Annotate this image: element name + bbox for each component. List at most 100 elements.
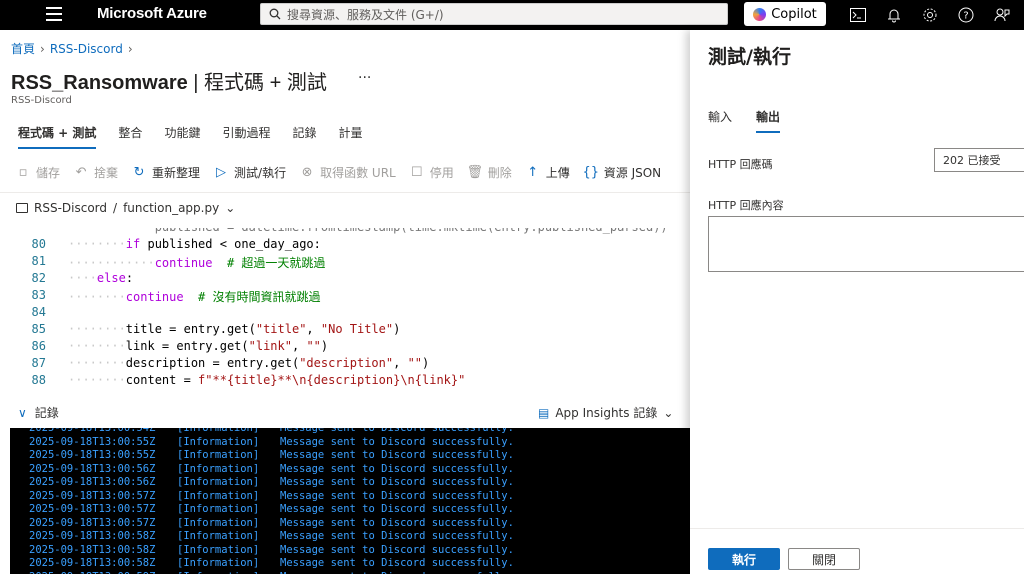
- more-options-button[interactable]: ···: [358, 70, 371, 86]
- log-entry: 2025-09-18T13:00:54Z [Information] Message…: [29, 428, 514, 434]
- code-comment: # 沒有時間資訊就跳過: [198, 290, 321, 304]
- log-level: [Information]: [177, 489, 260, 502]
- discard-button[interactable]: ↶ 捨棄: [74, 164, 118, 181]
- log-level: [Information]: [177, 435, 260, 448]
- code-string: "": [407, 356, 423, 370]
- line-number: 88: [31, 373, 46, 387]
- log-level: [Information]: [177, 449, 260, 461]
- search-placeholder: 搜尋資源、服務及文件 (G+/): [287, 7, 444, 22]
- log-timestamp: 2025-09-18T13:00:55Z: [29, 449, 156, 461]
- app-insights-dropdown[interactable]: ▤ App Insights 記錄 ⌄: [538, 404, 673, 421]
- brand-name[interactable]: Microsoft Azure: [97, 5, 207, 22]
- log-entry: 2025-09-18T13:00:55Z [Information] Message…: [29, 436, 514, 448]
- log-message: Message sent to Discord successfully.: [280, 489, 514, 502]
- save-icon: ▫: [18, 164, 28, 180]
- code-comment: # 超過一天就跳過: [226, 256, 326, 270]
- help-icon[interactable]: ?: [956, 5, 976, 25]
- log-timestamp: 2025-09-18T13:00:56Z: [29, 462, 156, 475]
- log-message: Message sent to Discord successfully.: [280, 530, 514, 542]
- tab-logs[interactable]: 記錄: [292, 124, 316, 149]
- log-timestamp: 2025-09-18T13:00:57Z: [29, 516, 156, 529]
- feedback-icon[interactable]: [992, 5, 1012, 25]
- chevron-down-icon[interactable]: ⌄: [225, 201, 235, 215]
- http-body-field[interactable]: [708, 216, 1024, 272]
- log-timestamp: 2025-09-18T13:00:58Z: [29, 543, 156, 556]
- delete-button[interactable]: 🗑 刪除: [466, 164, 511, 181]
- log-message: Message sent to Discord successfully.: [280, 435, 514, 448]
- refresh-label: 重新整理: [152, 165, 201, 180]
- page-title-name: RSS_Ransomware: [11, 72, 188, 94]
- log-level: [Information]: [177, 516, 260, 529]
- file-path-folder[interactable]: RSS-Discord: [34, 201, 107, 215]
- code-string: "title": [255, 322, 307, 336]
- cloud-shell-icon[interactable]: [848, 5, 868, 25]
- line-number: 85: [31, 322, 46, 336]
- bell-icon[interactable]: [884, 5, 904, 25]
- code-line: ····else:: [68, 271, 134, 285]
- log-timestamp: 2025-09-18T13:00:57Z: [29, 503, 156, 515]
- log-level: [Information]: [177, 543, 260, 556]
- save-button[interactable]: ▫ 儲存: [16, 164, 60, 181]
- test-run-label: 測試/執行: [234, 165, 287, 180]
- tab-invocations[interactable]: 引動過程: [222, 124, 270, 149]
- log-level: [Information]: [177, 503, 260, 515]
- tab-output[interactable]: 輸出: [756, 108, 781, 133]
- log-bar: ∨ 記錄 ▤ App Insights 記錄 ⌄: [0, 400, 690, 428]
- close-button[interactable]: 關閉: [788, 548, 860, 570]
- log-entry: 2025-09-18T13:00:58Z [Information] Message…: [29, 557, 514, 569]
- gear-icon[interactable]: [920, 5, 940, 25]
- copilot-button[interactable]: Copilot: [744, 2, 826, 26]
- refresh-icon: ↻: [133, 164, 145, 180]
- test-run-panel: 測試/執行 輸入 輸出 HTTP 回應碼 202 已接受 HTTP 回應內容 執…: [690, 30, 1024, 574]
- log-entry: 2025-09-18T13:00:57Z [Information] Message…: [29, 517, 514, 529]
- document-icon: ▤: [538, 405, 550, 420]
- code-line: ········link = entry.get("link", ""): [68, 339, 329, 353]
- line-number: 87: [31, 356, 46, 370]
- log-level: [Information]: [177, 476, 260, 488]
- line-number: 80: [31, 237, 46, 251]
- tab-code-test[interactable]: 程式碼 + 測試: [18, 124, 97, 149]
- tab-integration[interactable]: 整合: [118, 124, 142, 149]
- tab-input[interactable]: 輸入: [708, 108, 732, 133]
- log-level: [Information]: [177, 571, 280, 574]
- panel-title: 測試/執行: [708, 46, 791, 68]
- log-entry: 2025-09-18T13:00:56Z [Information] Message…: [29, 463, 514, 475]
- upload-button[interactable]: ↑ 上傳: [526, 164, 569, 181]
- get-function-url-button[interactable]: ⊗ 取得函數 URL: [300, 164, 396, 181]
- tab-metrics[interactable]: 計量: [338, 124, 362, 149]
- chevron-down-icon: ⌄: [663, 405, 674, 420]
- file-path-file[interactable]: function_app.py: [123, 201, 219, 215]
- breadcrumb-parent[interactable]: RSS-Discord: [50, 42, 123, 56]
- code-editor[interactable]: 80 81 82 83 84 85 86 87 88 ············p…: [0, 228, 690, 393]
- line-number: 84: [31, 305, 46, 319]
- menu-icon[interactable]: [46, 7, 62, 21]
- log-entry: 2025-09-18T13:00:59Z[Information]Message…: [29, 571, 514, 574]
- line-number: 86: [31, 339, 46, 353]
- folder-icon: [16, 203, 28, 213]
- stop-icon: ☐: [410, 164, 423, 180]
- divider: [690, 528, 1024, 529]
- play-icon: ▷: [216, 164, 227, 180]
- breadcrumb-home[interactable]: 首頁: [11, 42, 35, 56]
- search-input[interactable]: 搜尋資源、服務及文件 (G+/): [260, 3, 728, 25]
- test-run-button[interactable]: ▷ 測試/執行: [214, 164, 286, 181]
- command-bar: ▫ 儲存 ↶ 捨棄 ↻ 重新整理 ▷ 測試/執行 ⊗ 取得函數 URL ☐ 停用 🗑 刪除 ↑…: [16, 162, 675, 182]
- log-message: Message sent to Discord successfully.: [280, 503, 514, 515]
- refresh-button[interactable]: ↻ 重新整理: [132, 164, 200, 181]
- log-console[interactable]: 2025-09-18T13:00:54Z [Information] Message…: [10, 428, 690, 574]
- log-timestamp: 2025-09-18T13:00:59Z: [29, 571, 177, 574]
- disable-button[interactable]: ☐ 停用: [410, 164, 454, 181]
- http-code-field[interactable]: 202 已接受: [934, 148, 1024, 172]
- line-number: 82: [31, 271, 46, 285]
- disable-label: 停用: [429, 165, 454, 180]
- http-code-label: HTTP 回應碼: [708, 158, 773, 171]
- log-toggle[interactable]: ∨ 記錄: [18, 404, 59, 421]
- log-message: Message sent to Discord successfully.: [280, 557, 514, 569]
- resource-json-button[interactable]: {} 資源 JSON: [583, 164, 662, 181]
- tab-function-keys[interactable]: 功能鍵: [164, 124, 200, 149]
- code-line: ········content = f"**{title}**\n{descri…: [68, 373, 466, 387]
- run-button[interactable]: 執行: [708, 548, 780, 570]
- log-timestamp: 2025-09-18T13:00:54Z: [29, 428, 156, 434]
- log-message: Message sent to Discord successfully.: [280, 476, 514, 488]
- log-message: Message sent to Discord successfully.: [280, 571, 514, 574]
